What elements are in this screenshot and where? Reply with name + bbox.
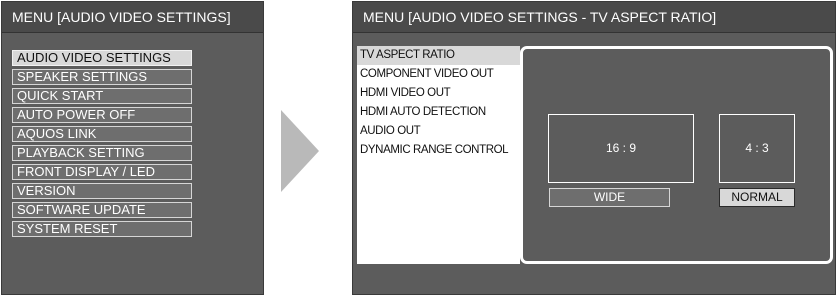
submenu-item-hdmi-auto-detection[interactable]: HDMI AUTO DETECTION (357, 103, 520, 122)
submenu-list: TV ASPECT RATIO COMPONENT VIDEO OUT HDMI… (357, 46, 520, 264)
main-menu-list: AUDIO VIDEO SETTINGS SPEAKER SETTINGS QU… (12, 50, 192, 240)
menu-item-version[interactable]: VERSION (12, 183, 192, 199)
menu-item-quick-start[interactable]: QUICK START (12, 88, 192, 104)
wide-option-button[interactable]: WIDE (549, 188, 670, 207)
arrow-right-icon (281, 110, 319, 192)
main-menu-panel: MENU [AUDIO VIDEO SETTINGS] AUDIO VIDEO … (1, 1, 264, 295)
menu-item-auto-power-off[interactable]: AUTO POWER OFF (12, 107, 192, 123)
submenu-item-component-video-out[interactable]: COMPONENT VIDEO OUT (357, 65, 520, 84)
menu-item-speaker-settings[interactable]: SPEAKER SETTINGS (12, 69, 192, 85)
main-menu-title: MENU [AUDIO VIDEO SETTINGS] (2, 2, 263, 33)
submenu-title: MENU [AUDIO VIDEO SETTINGS - TV ASPECT R… (353, 2, 835, 33)
normal-option-button[interactable]: NORMAL (719, 188, 795, 207)
ratio-preview-4-3: 4 : 3 (719, 114, 795, 183)
menu-item-audio-video-settings[interactable]: AUDIO VIDEO SETTINGS (12, 50, 192, 66)
ratio-preview-16-9: 16 : 9 (548, 114, 694, 183)
menu-item-system-reset[interactable]: SYSTEM RESET (12, 221, 192, 237)
aspect-ratio-options: 16 : 9 4 : 3 WIDE NORMAL (520, 46, 833, 264)
submenu-item-audio-out[interactable]: AUDIO OUT (357, 122, 520, 141)
submenu-item-dynamic-range-control[interactable]: DYNAMIC RANGE CONTROL (357, 141, 520, 160)
menu-item-software-update[interactable]: SOFTWARE UPDATE (12, 202, 192, 218)
submenu-item-tv-aspect-ratio[interactable]: TV ASPECT RATIO (357, 46, 520, 65)
submenu-panel: MENU [AUDIO VIDEO SETTINGS - TV ASPECT R… (352, 1, 836, 295)
menu-item-playback-setting[interactable]: PLAYBACK SETTING (12, 145, 192, 161)
menu-item-aquos-link[interactable]: AQUOS LINK (12, 126, 192, 142)
submenu-item-hdmi-video-out[interactable]: HDMI VIDEO OUT (357, 84, 520, 103)
menu-item-front-display-led[interactable]: FRONT DISPLAY / LED (12, 164, 192, 180)
